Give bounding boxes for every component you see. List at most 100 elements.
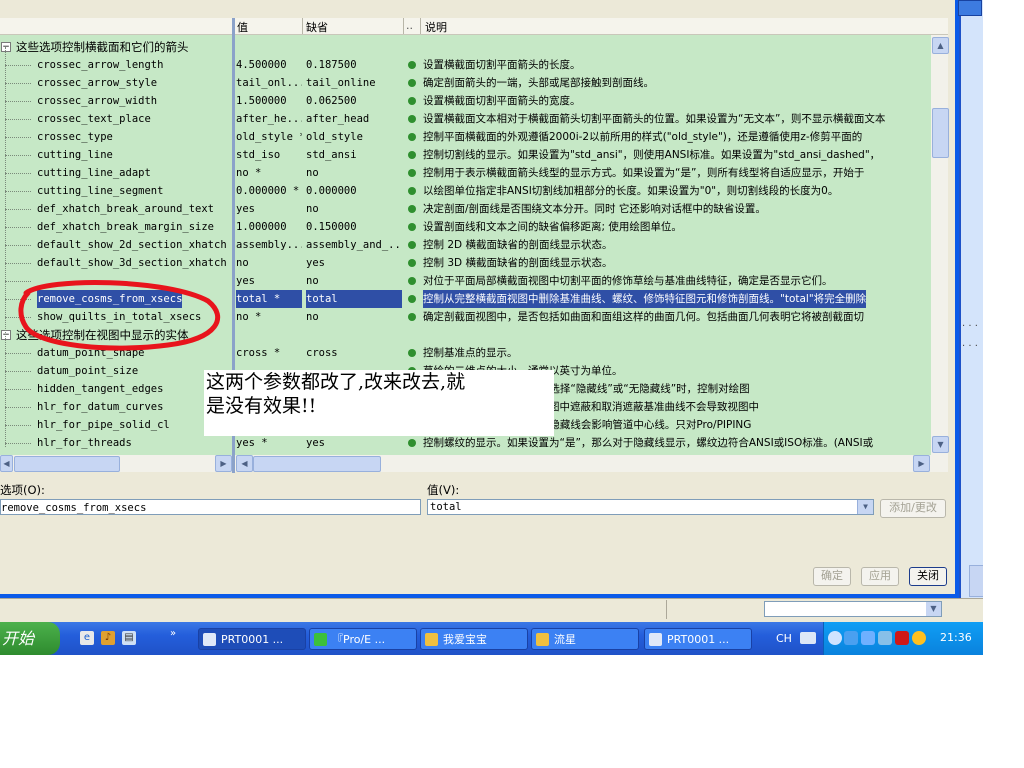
chevron-down-icon[interactable]: ▼ xyxy=(857,500,873,514)
grid-row[interactable]: total * total 控制从完整横截面视图中删除基准曲线、螺纹、修饰特征图元和… xyxy=(235,290,931,308)
grid-row[interactable]: no * no 控制用于表示横截面箭头线型的显示方式。如果设置为“是”，则所有线型将… xyxy=(235,164,931,182)
collapse-icon[interactable]: − xyxy=(1,330,11,340)
option-name: hidden_tangent_edges xyxy=(37,383,164,395)
taskbar-task[interactable]: 我爱宝宝 xyxy=(420,628,528,650)
status-dot-icon xyxy=(408,61,416,69)
grid-row[interactable]: std_iso std_ansi 控制切割线的显示。如果设置为"std_ansi"，… xyxy=(235,146,931,164)
apply-button[interactable]: 应用 xyxy=(861,567,899,586)
taskbar-task[interactable]: PRT0001 ... xyxy=(644,628,752,650)
collapse-icon[interactable]: − xyxy=(1,42,11,52)
option-value: 4.500000 xyxy=(236,59,287,71)
column-value[interactable]: 值 xyxy=(237,19,248,35)
option-name: def_xhatch_break_margin_size xyxy=(37,221,215,233)
tree-row[interactable]: hlr_for_pipe_solid_cl xyxy=(0,416,232,434)
scroll-right-icon[interactable]: ▶ xyxy=(215,455,232,472)
column-default[interactable]: 缺省 xyxy=(306,19,328,35)
tree-row[interactable]: def_xhatch_break_margin_size xyxy=(0,218,232,236)
value-select[interactable]: total ▼ xyxy=(427,499,874,515)
tree-connector xyxy=(5,191,31,193)
tree-row[interactable]: hlr_for_datum_curves xyxy=(0,398,232,416)
keyboard-icon[interactable] xyxy=(800,632,816,644)
grid-row[interactable]: after_he... after_head 设置横截面文本相对于横截面箭头切割平面… xyxy=(235,110,931,128)
scroll-right-icon[interactable]: ▶ xyxy=(913,455,930,472)
tree-row[interactable]: def_xhatch_break_around_text xyxy=(0,200,232,218)
grid-row[interactable]: 0.000000 * 0.000000 以绘图单位指定非ANSI切割线加粗部分的长度… xyxy=(235,182,931,200)
grid-group-row[interactable] xyxy=(235,38,931,56)
quick-launch-ie-icon[interactable]: e xyxy=(80,631,94,645)
tree-row[interactable]: cutting_line_adapt xyxy=(0,164,232,182)
grid-row[interactable]: yes no 决定剖面/剖面线是否围绕文本分开。同时 它还影响对话框中的缺省设置。 xyxy=(235,200,931,218)
tree-row[interactable]: hidden_tangent_edges xyxy=(0,380,232,398)
close-button[interactable]: 关闭 xyxy=(909,567,947,586)
tray-volume-icon[interactable] xyxy=(861,631,875,645)
tree-row[interactable]: crossec_text_place xyxy=(0,110,232,128)
tree-row[interactable]: crossec_arrow_width xyxy=(0,92,232,110)
option-value: no xyxy=(236,257,249,269)
grid-horizontal-scrollbar[interactable]: ◀ ▶ xyxy=(235,455,948,472)
grid-row[interactable]: 1.000000 0.150000 设置剖面线和文本之间的缺省偏移距离; 使用绘图单… xyxy=(235,218,931,236)
tray-expand-icon[interactable] xyxy=(828,631,842,645)
grid-row[interactable]: tail_onl... tail_online 确定剖面箭头的一端，头部或尾部接触到… xyxy=(235,74,931,92)
tree-row[interactable]: cutting_line xyxy=(0,146,232,164)
quick-launch-doc-icon[interactable]: ▤ xyxy=(122,631,136,645)
chevron-down-icon[interactable]: ▼ xyxy=(926,602,941,616)
add-change-button[interactable]: 添加/更改 xyxy=(880,499,946,518)
tree-row[interactable]: crossec_arrow_style xyxy=(0,74,232,92)
grid-row[interactable]: assembly... assembly_and_... 控制 2D 横截面缺省的剖… xyxy=(235,236,931,254)
option-default: no xyxy=(306,311,319,323)
tree-scroll-thumb[interactable] xyxy=(14,456,120,472)
tree-row[interactable]: hlr_for_threads xyxy=(0,434,232,452)
grid-vertical-scrollbar[interactable]: ▲ ▼ xyxy=(931,35,949,455)
grid-row[interactable]: 1.500000 0.062500 设置横截面切割平面箭头的宽度。 xyxy=(235,92,931,110)
tray-chat-icon[interactable] xyxy=(912,631,926,645)
language-indicator[interactable]: CH xyxy=(776,632,792,645)
tray-antivirus-icon[interactable] xyxy=(895,631,909,645)
tree-group[interactable]: − 这些选项控制横截面和它们的箭头 xyxy=(0,38,232,56)
grid-row[interactable]: no yes 控制 3D 横截面缺省的剖面线显示状态。 xyxy=(235,254,931,272)
status-dot-icon xyxy=(408,439,416,447)
grid-row[interactable]: yes * yes 控制螺纹的显示。如果设置为“是”，那么对于隐藏线显示，螺纹边符合… xyxy=(235,434,931,452)
grid-row[interactable]: cross * cross 控制基准点的显示。 xyxy=(235,344,931,362)
frame-corner-button[interactable] xyxy=(958,0,982,16)
option-value: std_iso xyxy=(236,149,281,161)
option-description: 确定剖面箭头的一端，头部或尾部接触到剖面线。 xyxy=(423,77,654,89)
ok-button[interactable]: 确定 xyxy=(813,567,851,586)
tree-row[interactable]: crossec_arrow_length xyxy=(0,56,232,74)
option-input[interactable]: remove_cosms_from_xsecs xyxy=(0,499,421,515)
tree-row[interactable]: default_show_3d_section_xhatch xyxy=(0,254,232,272)
quick-launch-more-icon[interactable]: » xyxy=(170,628,176,639)
tree-row[interactable]: default_show_2d_section_xhatch xyxy=(0,236,232,254)
grid-row[interactable]: old_style * old_style 控制平面横截面的外观遵循2000i-2以… xyxy=(235,128,931,146)
scroll-up-icon[interactable]: ▲ xyxy=(932,37,949,54)
tree-horizontal-scrollbar[interactable]: ◀ ▶ xyxy=(0,455,232,472)
taskbar-task-label: PRT0001 ... xyxy=(667,633,730,646)
grid-row[interactable]: 4.500000 0.187500 设置横截面切割平面箭头的长度。 xyxy=(235,56,931,74)
taskbar-task[interactable]: 流星 xyxy=(531,628,639,650)
tray-app-icon[interactable] xyxy=(878,631,892,645)
tray-network-icon[interactable] xyxy=(844,631,858,645)
grid-scroll-thumb[interactable] xyxy=(253,456,381,472)
tree-row[interactable]: crossec_type xyxy=(0,128,232,146)
scroll-down-icon[interactable]: ▼ xyxy=(932,436,949,453)
tree-row[interactable]: datum_point_size xyxy=(0,362,232,380)
status-divider xyxy=(666,600,667,619)
tree-row[interactable]: cutting_line_segment xyxy=(0,182,232,200)
grid-row[interactable]: no * no 确定剖截面视图中，是否包括如曲面和面组这样的曲面几何。包括曲面几何表… xyxy=(235,308,931,326)
scroll-thumb[interactable] xyxy=(932,108,949,158)
quick-launch-media-icon[interactable]: ♪ xyxy=(101,631,115,645)
status-combo[interactable]: ▼ xyxy=(764,601,942,617)
side-scroll-buttons[interactable] xyxy=(969,565,983,597)
option-value: total * xyxy=(236,290,302,308)
tree-connector xyxy=(5,263,31,265)
taskbar-task[interactable]: 『Pro/E ... xyxy=(309,628,417,650)
column-dots[interactable]: .. xyxy=(406,19,413,32)
scroll-left-icon[interactable]: ◀ xyxy=(0,455,13,472)
taskbar-task[interactable]: PRT0001 ... xyxy=(198,628,306,650)
start-button[interactable]: 开始 xyxy=(0,622,60,655)
option-description: 确定剖截面视图中，是否包括如曲面和面组这样的曲面几何。包括曲面几何表明它将被剖截… xyxy=(423,311,864,323)
grid-group-row[interactable] xyxy=(235,326,931,344)
column-description[interactable]: 说明 xyxy=(425,19,447,35)
grid-row[interactable]: yes no 对位于平面局部横截面视图中切割平面的修饰草绘与基准曲线特征，确定是否显… xyxy=(235,272,931,290)
scroll-left-icon[interactable]: ◀ xyxy=(236,455,253,472)
option-description: 控制螺纹的显示。如果设置为“是”，那么对于隐藏线显示，螺纹边符合ANSI或ISO… xyxy=(423,437,874,449)
